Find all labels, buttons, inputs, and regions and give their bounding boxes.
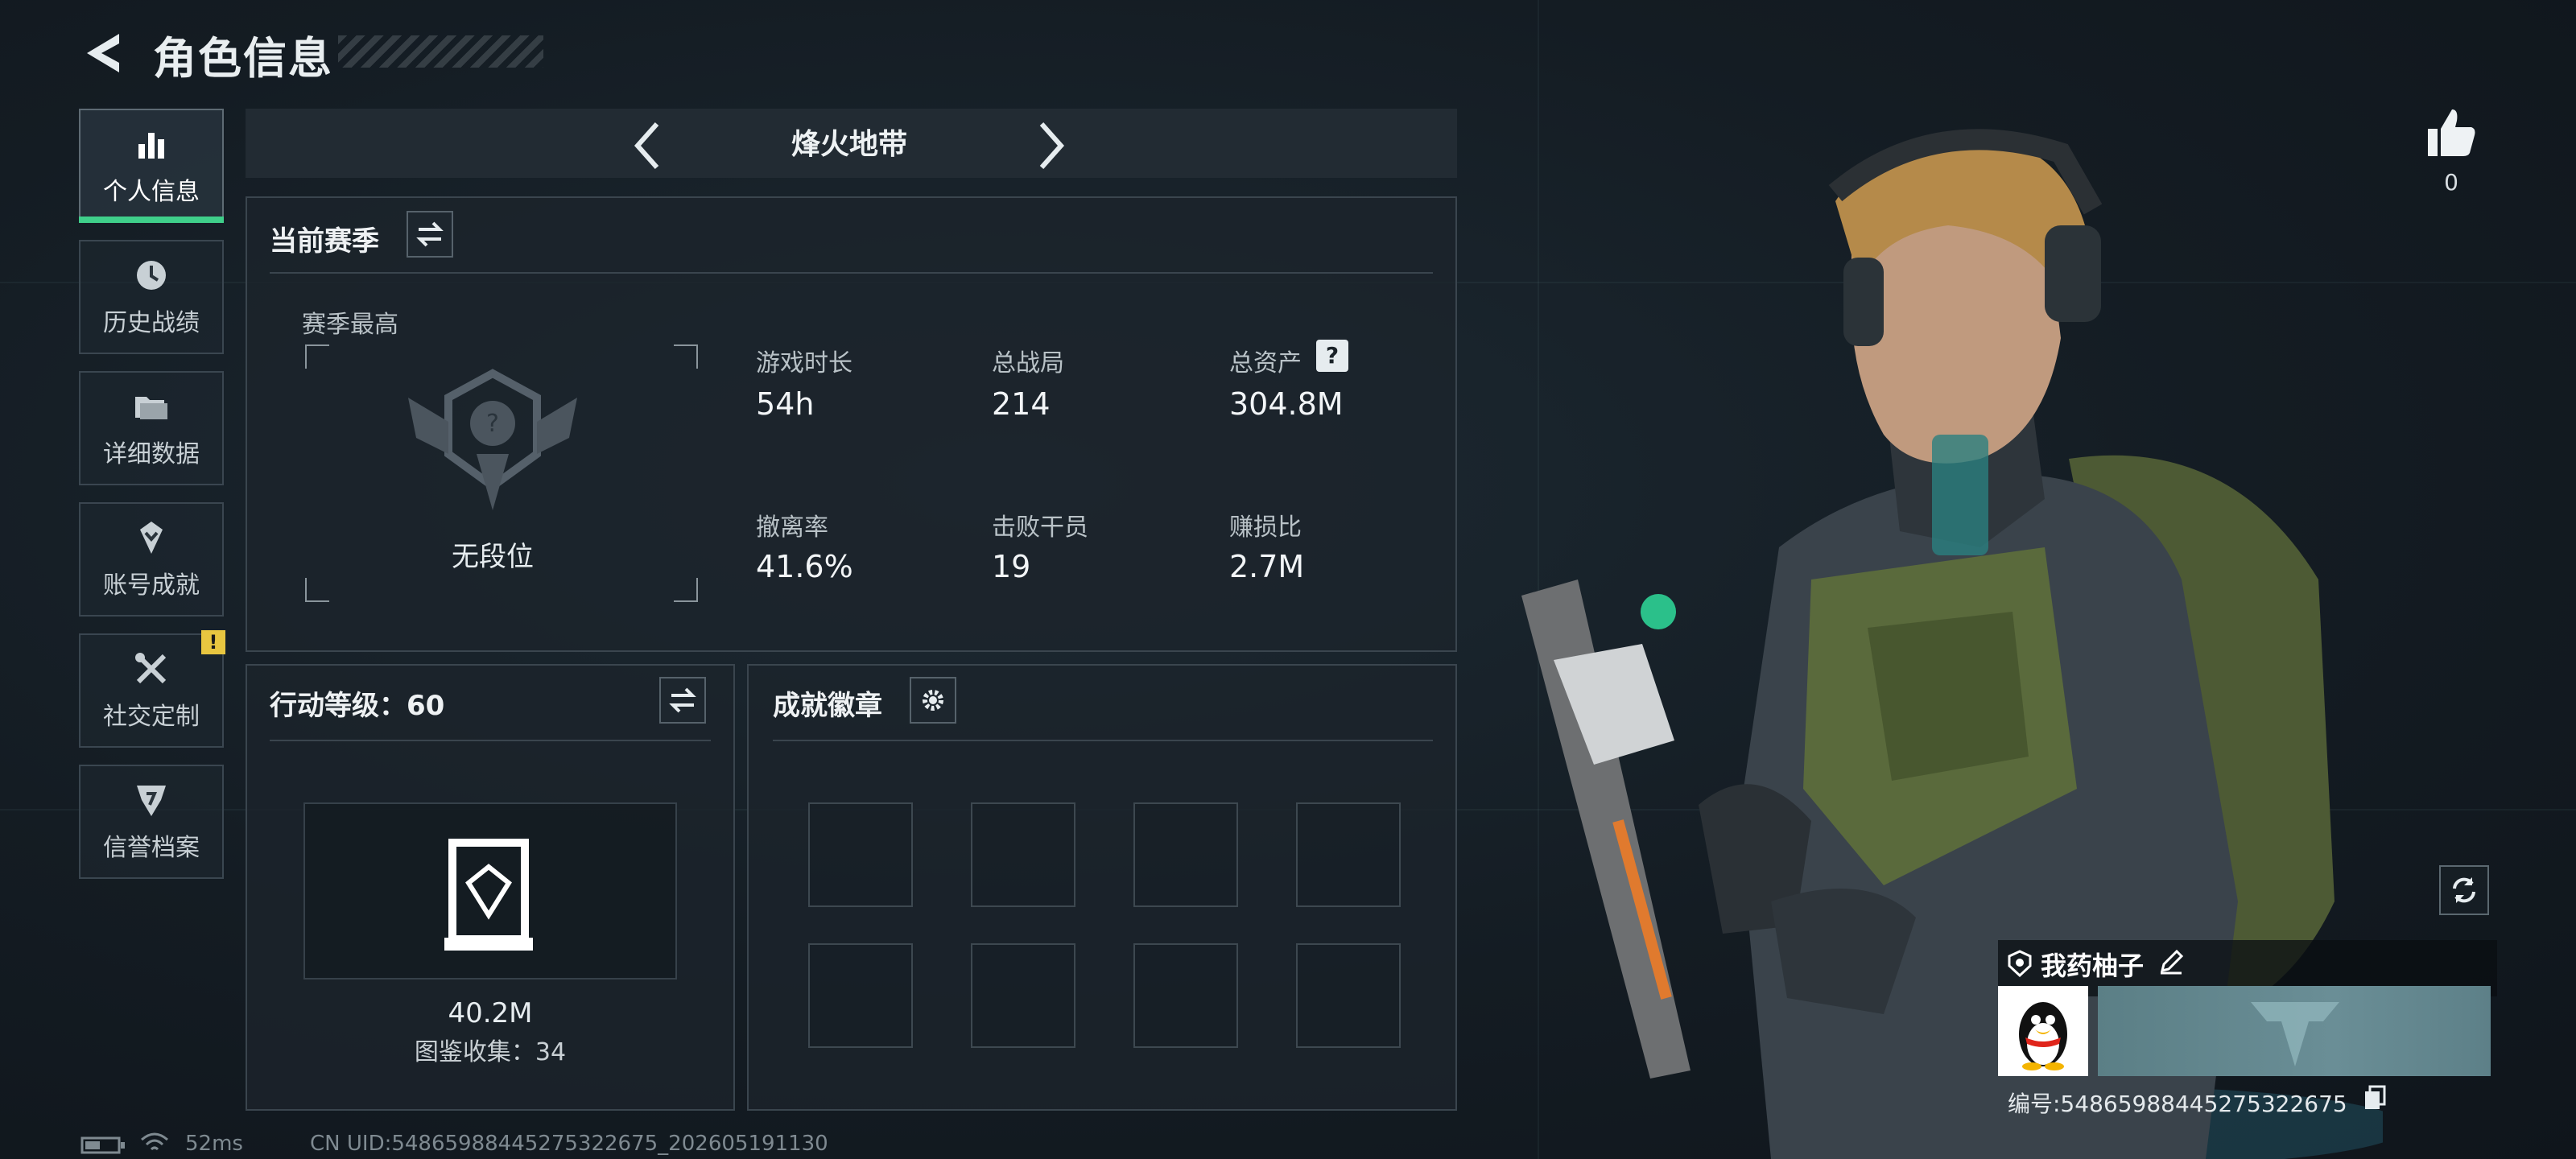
copy-icon[interactable] [2363, 1085, 2386, 1111]
badge-slot[interactable] [1133, 943, 1238, 1048]
collection-cabinet-icon [444, 839, 533, 951]
badge-icon [140, 522, 163, 554]
season-panel: 当前赛季 赛季最高 ? 无段位 游戏时长 54h 总战局 214 总资产 ? 3… [246, 196, 1457, 652]
frame-corner [305, 578, 329, 602]
qq-penguin-icon [2019, 1002, 2067, 1070]
avatar[interactable] [1998, 986, 2088, 1076]
badge-slot[interactable] [1133, 802, 1238, 907]
sidebar-item-label: 社交定制 [103, 703, 200, 731]
battery-icon [80, 1136, 125, 1154]
stat-value: 2.7M [1229, 549, 1305, 584]
divider [270, 740, 711, 741]
achievements-title: 成就徽章 [773, 690, 882, 722]
mode-title: 烽火地带 [791, 128, 907, 161]
stat-value: 41.6% [756, 549, 853, 584]
back-arrow-icon[interactable] [80, 29, 129, 77]
badge-slot[interactable] [1296, 943, 1401, 1048]
swap-icon [669, 687, 696, 713]
stat-label: 击败干员 [992, 514, 1088, 542]
season-highest-label: 赛季最高 [302, 311, 398, 339]
edit-icon[interactable] [2157, 948, 2185, 975]
achievements-panel: 成就徽章 [747, 664, 1457, 1111]
profile-banner[interactable] [2098, 986, 2491, 1076]
sidebar-item-label: 信誉档案 [103, 834, 200, 862]
like-count: 0 [2444, 169, 2458, 196]
sidebar-item-reputation[interactable]: 信誉档案 [79, 765, 224, 879]
rank-emblem-icon: ? [408, 369, 577, 510]
collection-count: 图鉴收集：34 [414, 1038, 567, 1066]
title-decoration [338, 35, 543, 68]
refresh-button[interactable] [2439, 865, 2489, 915]
refresh-icon [2453, 877, 2475, 903]
help-icon[interactable]: ? [1316, 340, 1348, 372]
sidebar-item-label: 详细数据 [103, 440, 200, 468]
frame-corner [674, 344, 698, 369]
sidebar-item-label: 账号成就 [103, 571, 200, 600]
player-id: 编号:5486598844527532267​5 [2008, 1091, 2347, 1117]
chevron-right-icon[interactable] [1030, 118, 1071, 174]
rank-label: 无段位 [452, 541, 534, 573]
divider [773, 740, 1433, 741]
achievement-settings-button[interactable] [910, 677, 956, 724]
swap-icon [416, 221, 444, 247]
divider [270, 272, 1433, 274]
gear-icon [923, 690, 943, 711]
sidebar-item-personal-info[interactable]: 个人信息 [79, 109, 224, 223]
swap-season-button[interactable] [407, 211, 453, 258]
season-title: 当前赛季 [270, 225, 379, 258]
sidebar-item-history[interactable]: 历史战绩 [79, 240, 224, 354]
frame-corner [305, 344, 329, 369]
stat-label: 游戏时长 [756, 349, 852, 377]
stat-label: 撤离率 [756, 514, 828, 542]
stat-label: 总战局 [992, 349, 1064, 377]
folder-icon [135, 397, 167, 419]
clock-icon [137, 261, 166, 290]
player-name: 我药柚子 [2041, 951, 2145, 981]
wifi-icon [141, 1132, 168, 1151]
stat-value: 54h [756, 386, 815, 422]
action-level-title: 行动等级：60 [270, 690, 445, 722]
sidebar-item-label: 历史战绩 [103, 309, 200, 337]
badge-slot[interactable] [808, 802, 913, 907]
stat-value: 214 [992, 386, 1051, 422]
stat-value: 304.8M [1229, 386, 1344, 422]
sidebar-item-detailed-data[interactable]: 详细数据 [79, 371, 224, 485]
action-level-panel: 行动等级：60 40.2M 图鉴收集：34 [246, 664, 735, 1111]
frame-corner [674, 578, 698, 602]
banner-emblem-icon [2251, 1002, 2339, 1066]
sidebar-item-achievements[interactable]: 账号成就 [79, 502, 224, 617]
page-title: 角色信息 [153, 33, 333, 84]
chevron-left-icon[interactable] [628, 118, 668, 174]
badge-slot[interactable] [971, 802, 1075, 907]
bar-chart-icon [138, 133, 164, 159]
rank-badge-icon [2008, 950, 2032, 977]
badge-slot[interactable] [971, 943, 1075, 1048]
swap-level-button[interactable] [659, 677, 706, 724]
action-level-value: 40.2M [448, 997, 533, 1029]
sidebar-item-label: 个人信息 [103, 178, 200, 206]
badge-slot[interactable] [1296, 802, 1401, 907]
warning-badge: ! [201, 630, 225, 654]
badge-slot[interactable] [808, 943, 913, 1048]
stat-value: 19 [992, 549, 1031, 584]
rank-mark: ? [486, 410, 499, 438]
uid-text: CN UID:5486598844527532267​5_20260519113… [310, 1132, 828, 1156]
ping-text: 52ms [185, 1132, 243, 1156]
stat-label: 赚损比 [1229, 514, 1302, 542]
thumbs-up-icon[interactable] [2423, 105, 2479, 161]
shield-icon [137, 786, 166, 816]
stat-label: 总资产 [1229, 349, 1302, 377]
tools-icon [135, 653, 167, 684]
